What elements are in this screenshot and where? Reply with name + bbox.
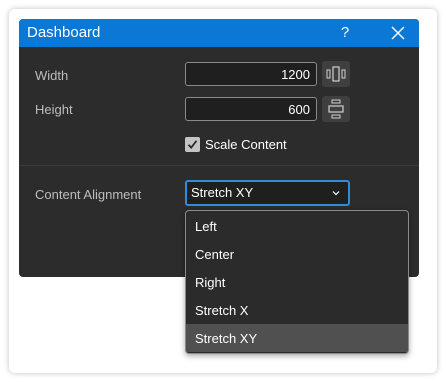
height-label: Height bbox=[35, 102, 73, 117]
chevron-down-icon bbox=[332, 191, 340, 196]
stretch-horizontal-icon bbox=[326, 66, 346, 82]
dropdown-option-center[interactable]: Center bbox=[186, 240, 408, 268]
content-alignment-select[interactable]: Stretch XY bbox=[185, 180, 350, 206]
section-divider bbox=[19, 165, 419, 166]
select-value: Stretch XY bbox=[191, 185, 254, 200]
dropdown-option-stretch-x[interactable]: Stretch X bbox=[186, 296, 408, 324]
close-button[interactable] bbox=[386, 22, 410, 44]
height-stretch-button[interactable] bbox=[322, 96, 350, 122]
dropdown-option-stretch-xy[interactable]: Stretch XY bbox=[186, 324, 408, 352]
width-input[interactable]: 1200 bbox=[185, 62, 317, 86]
width-stretch-button[interactable] bbox=[322, 61, 350, 87]
checkmark-icon bbox=[187, 140, 198, 149]
dialog-title: Dashboard bbox=[27, 24, 101, 41]
help-button[interactable]: ? bbox=[333, 22, 357, 44]
dropdown-option-right[interactable]: Right bbox=[186, 268, 408, 296]
height-input[interactable]: 600 bbox=[185, 97, 317, 121]
dropdown-option-left[interactable]: Left bbox=[186, 212, 408, 240]
width-label: Width bbox=[35, 68, 69, 83]
titlebar: Dashboard ? bbox=[19, 19, 419, 47]
content-alignment-label: Content Alignment bbox=[35, 187, 142, 202]
scale-content-checkbox[interactable] bbox=[185, 137, 200, 152]
stretch-vertical-icon bbox=[328, 99, 344, 119]
alignment-dropdown: Left Center Right Stretch X Stretch XY bbox=[185, 210, 409, 354]
close-icon bbox=[391, 26, 405, 40]
scale-content-label[interactable]: Scale Content bbox=[205, 137, 287, 152]
